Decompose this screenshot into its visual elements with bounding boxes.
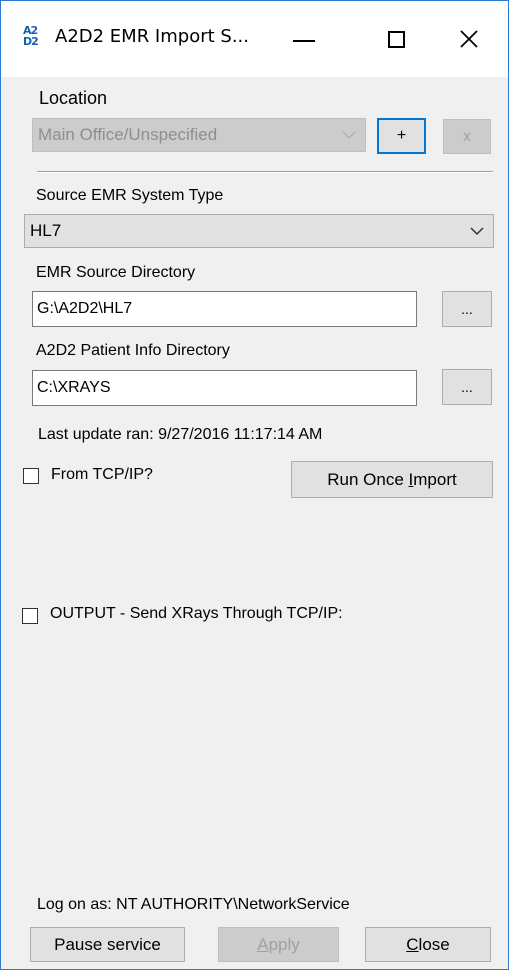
source-dir-input[interactable]: G:\A2D2\HL7 — [32, 291, 417, 327]
apply-label-rest: pply — [268, 934, 300, 954]
from-tcpip-label: From TCP/IP? — [51, 466, 153, 483]
run-once-import-button[interactable]: Run Once Import — [291, 461, 493, 498]
run-once-label-post: mport — [413, 469, 457, 489]
separator — [37, 171, 493, 173]
close-label-rest: lose — [418, 934, 450, 954]
app-icon-label-bottom: D2 — [23, 35, 39, 48]
title-bar[interactable]: A2 D2 A2D2 EMR Import S... — [1, 1, 508, 77]
patient-dir-input[interactable]: C:\XRAYS — [32, 370, 417, 406]
location-selected: Main Office/Unspecified — [38, 125, 218, 144]
close-mnemonic: C — [406, 934, 419, 954]
apply-mnemonic: A — [257, 934, 269, 954]
close-window-button[interactable] — [429, 1, 508, 77]
main-window: A2 D2 A2D2 EMR Import S... Location Main… — [0, 0, 509, 970]
last-update-text: Last update ran: 9/27/2016 11:17:14 AM — [38, 426, 323, 443]
add-location-button[interactable]: + — [377, 118, 426, 154]
minimize-icon — [293, 40, 315, 42]
window-title: A2D2 EMR Import S... — [55, 26, 249, 47]
source-type-label: Source EMR System Type — [36, 187, 224, 204]
source-type-dropdown[interactable]: HL7 — [24, 214, 494, 248]
patient-dir-label: A2D2 Patient Info Directory — [36, 342, 230, 359]
apply-button[interactable]: Apply — [218, 927, 339, 962]
run-once-label-pre: Run Once — [327, 469, 409, 489]
pause-service-button[interactable]: Pause service — [30, 927, 185, 962]
location-dropdown[interactable]: Main Office/Unspecified — [32, 118, 366, 152]
close-button[interactable]: Close — [365, 927, 491, 962]
source-type-selected: HL7 — [30, 221, 62, 240]
source-dir-label: EMR Source Directory — [36, 264, 196, 281]
browse-source-dir-button[interactable]: ... — [442, 291, 492, 327]
remove-location-button[interactable]: x — [443, 119, 491, 154]
close-icon — [459, 30, 478, 48]
maximize-icon — [387, 30, 405, 48]
browse-patient-dir-button[interactable]: ... — [442, 369, 492, 405]
from-tcpip-checkbox[interactable] — [23, 468, 39, 484]
chevron-down-icon — [470, 227, 484, 236]
location-label: Location — [39, 88, 108, 108]
a2d2-app-icon: A2 D2 — [23, 25, 45, 51]
chevron-down-icon — [342, 131, 356, 140]
output-tcpip-checkbox[interactable] — [22, 608, 38, 624]
minimize-button[interactable] — [258, 1, 350, 77]
output-tcpip-label: OUTPUT - Send XRays Through TCP/IP: — [50, 605, 343, 622]
log-on-text: Log on as: NT AUTHORITY\NetworkService — [37, 896, 350, 913]
